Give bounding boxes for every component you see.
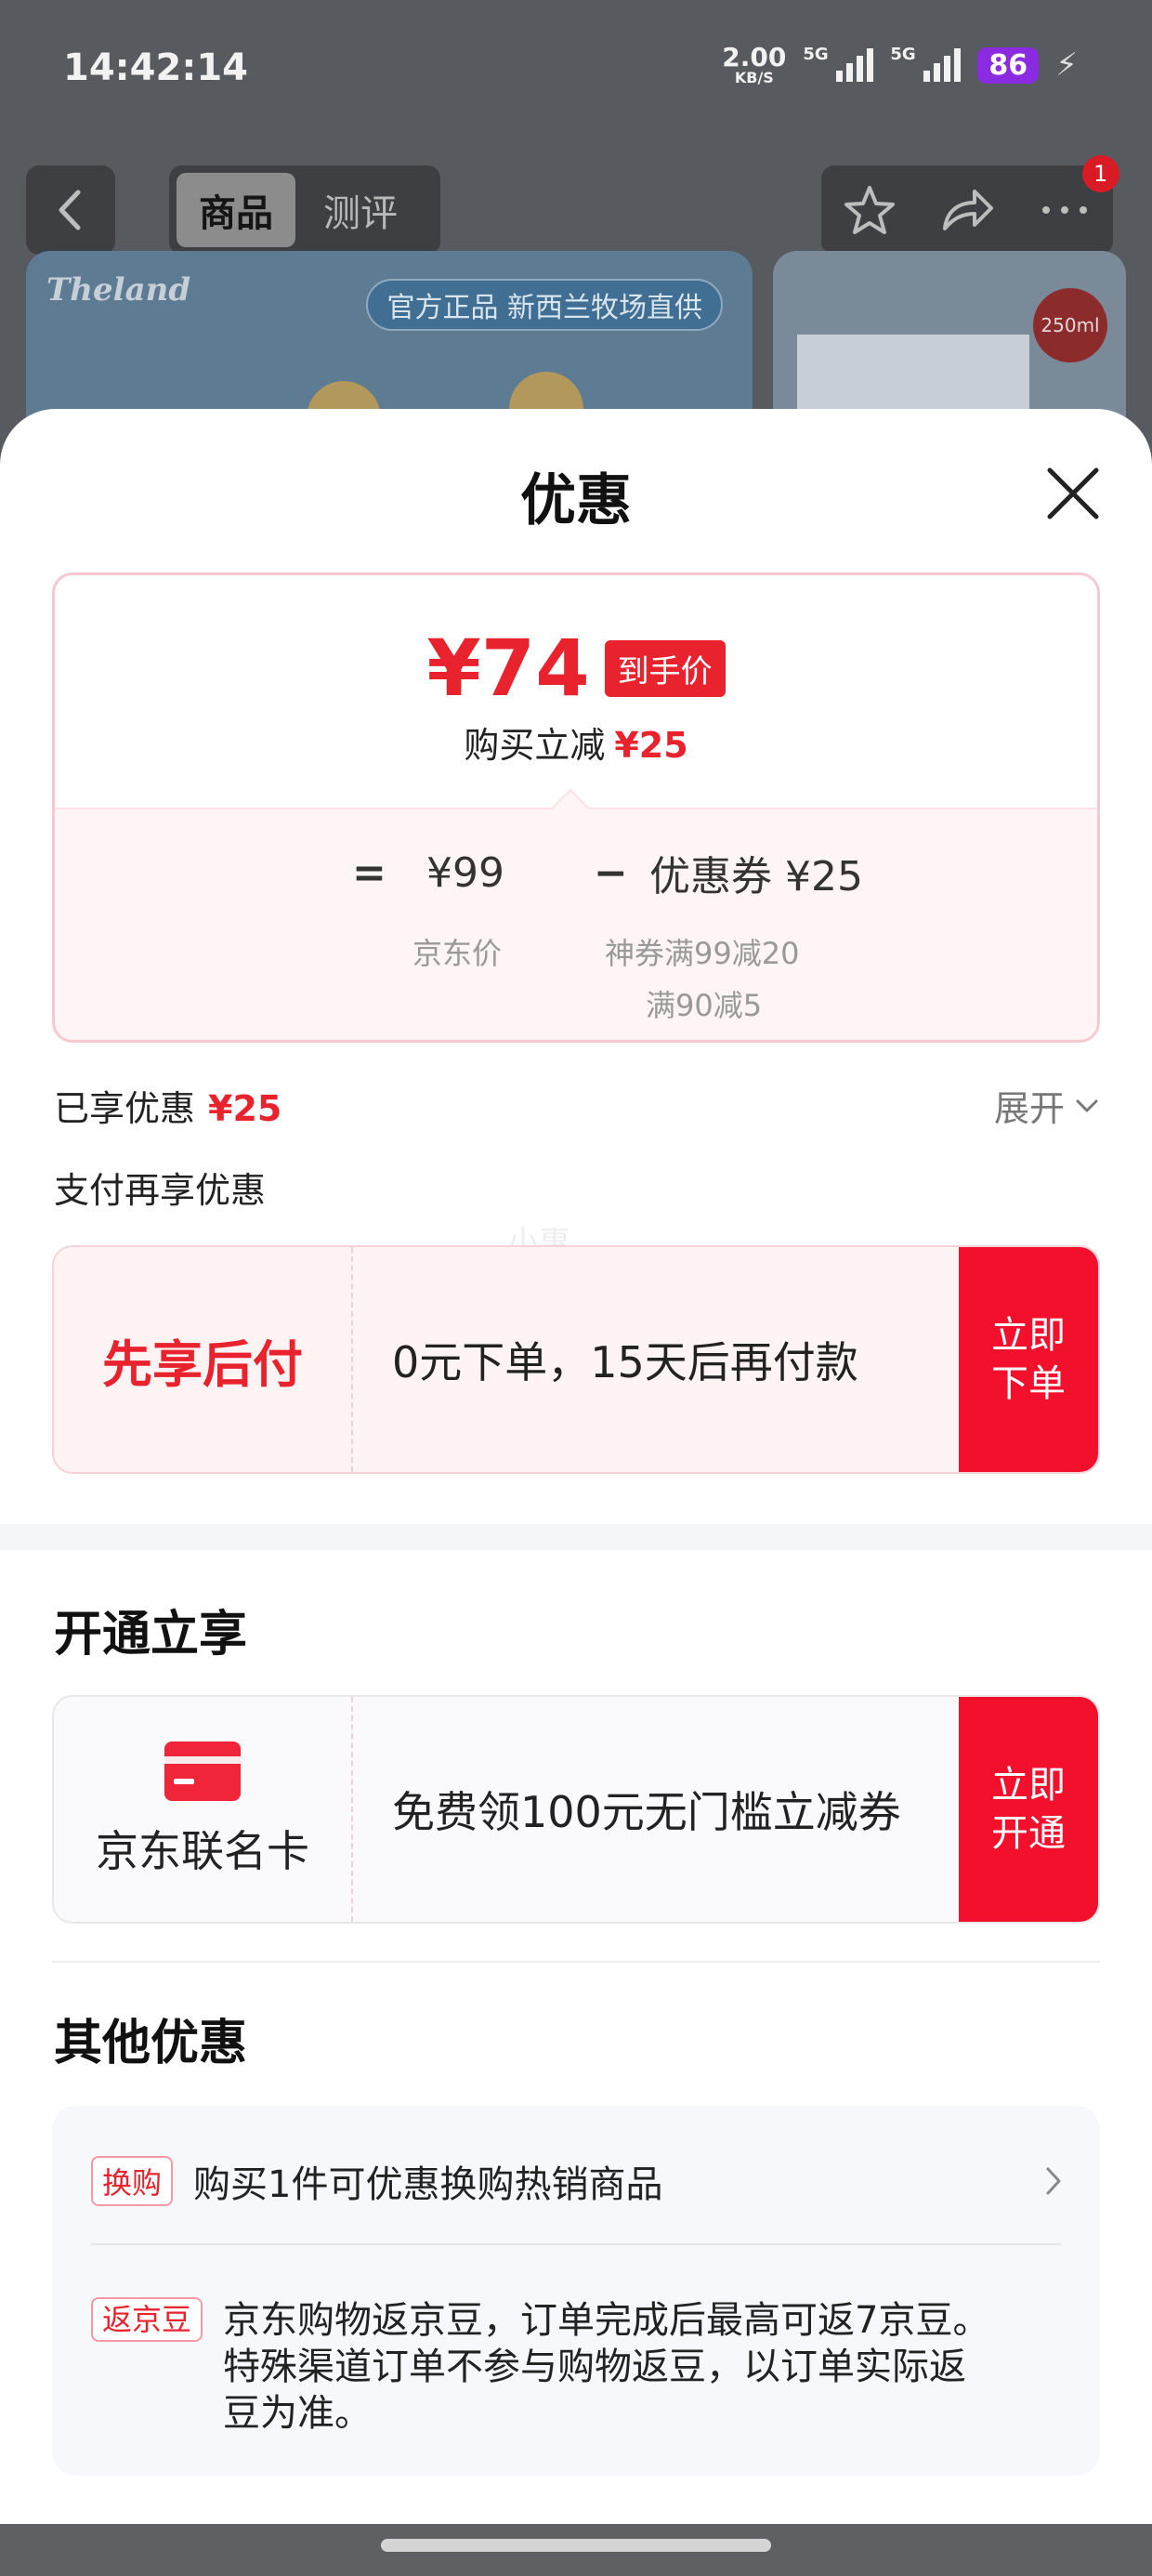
net-speed: 2.00 KB/S [722,45,786,85]
favorite-button[interactable] [837,177,902,243]
bnpl-offer-card: 先享后付 0元下单，15天后再付款 立即 下单 [52,1245,1100,1474]
expand-label: 展开 [993,1088,1065,1129]
chevron-right-icon [1046,2167,1061,2195]
close-button[interactable] [1044,465,1102,522]
enjoyed-discount: 已享优惠 ¥25 [54,1080,281,1131]
jd-price-label: 京东价 [412,936,503,971]
final-price-tag: 到手价 [604,639,726,697]
charging-icon: ⚡ [1055,46,1078,84]
share-icon [942,190,993,230]
enjoyed-label: 已享优惠 [54,1088,196,1129]
section-divider [0,1524,1152,1550]
more-dots-icon [1041,206,1087,214]
net-speed-unit: KB/S [734,69,774,86]
reduce-label: 购买立减 [464,725,606,766]
jd-beans-tag: 返京豆 [91,2297,203,2342]
final-price: ¥74 [426,623,590,714]
reduce-row: 购买立减 ¥25 [55,716,1097,768]
open-section-title: 开通立享 [54,1607,248,1663]
notification-badge: 1 [1081,155,1119,192]
volume-sticker: 250ml [1033,288,1107,362]
coupon-detail-1: 神券满99减20 [605,936,800,971]
status-time: 14:42:14 [63,46,248,89]
sheet-title: 优惠 [520,468,632,533]
exchange-offer-row[interactable]: 换购 购买1件可优惠换购热销商品 [91,2154,1063,2208]
jd-card-title: 京东联名卡 [96,1826,309,1876]
tab-review[interactable]: 测评 [301,173,420,247]
signal-icon-2: 5G [890,45,962,82]
official-chip: 官方正品 新西兰牧场直供 [366,279,723,331]
close-icon [1047,467,1099,519]
bnpl-desc: 0元下单，15天后再付款 [392,1337,858,1387]
jd-beans-row: 返京豆 京东购物返京豆，订单完成后最高可返7京豆。特殊渠道订单不参与购物返豆，以… [91,2297,998,2437]
divider-line [52,1961,1100,1963]
offer-separator [91,2243,1061,2245]
signal-label-2: 5G [890,45,916,64]
tab-product[interactable]: 商品 [177,173,295,247]
enjoyed-amount: ¥25 [208,1088,282,1129]
reduce-amount: ¥25 [614,725,688,766]
discount-sheet: 优惠 ¥74 到手价 购买立减 ¥25 = ¥99 − 优惠券 ¥25 京东价 神… [0,409,1152,2528]
coupon-amount: 优惠券 ¥25 [649,853,863,900]
bnpl-title: 先享后付 [102,1334,303,1394]
other-offers: 换购 购买1件可优惠换购热销商品 返京豆 京东购物返京豆，订单完成后最高可返7京… [52,2106,1100,2476]
price-calculation: = ¥99 − 优惠券 ¥25 京东价 神券满99减20 满90减5 [55,788,1097,1040]
jd-card-desc: 免费领100元无门槛立减券 [392,1787,901,1837]
final-price-row: ¥74 到手价 [55,629,1097,707]
exchange-text: 购买1件可优惠换购热销商品 [193,2163,663,2206]
status-bar: 14:42:14 2.00 KB/S 5G 5G 86 ⚡ [0,0,1152,139]
product-tabs: 商品 测评 [169,165,440,255]
equals-sign: = [352,848,386,897]
calc-row: = ¥99 − 优惠券 ¥25 [352,843,863,902]
jd-price: ¥99 [426,848,504,897]
top-actions: 1 [821,155,1119,255]
coupon-detail-2: 满90减5 [646,988,763,1023]
signal-icon: 5G [803,45,874,82]
order-now-button[interactable]: 立即 下单 [959,1247,1098,1472]
jd-card-left: 京东联名卡 [54,1697,353,1922]
brand-logo: Theland [46,271,191,309]
share-button[interactable] [935,177,1000,243]
jd-beans-text: 京东购物返京豆，订单完成后最高可返7京豆。特殊渠道订单不参与购物返豆，以订单实际… [223,2299,990,2435]
back-button[interactable] [26,165,115,255]
signal-label: 5G [803,45,829,64]
open-now-button[interactable]: 立即 开通 [959,1697,1098,1922]
price-breakdown-card: ¥74 到手价 购买立减 ¥25 = ¥99 − 优惠券 ¥25 京东价 神券满9… [52,572,1100,1043]
more-button[interactable]: 1 [1032,155,1119,243]
chevron-down-icon [1076,1099,1098,1111]
credit-card-icon [164,1741,241,1801]
home-indicator[interactable] [381,2539,771,2552]
other-section-title: 其他优惠 [54,2016,248,2071]
net-speed-value: 2.00 [722,42,787,72]
minus-sign: − [594,848,628,897]
expand-button[interactable]: 展开 [994,1080,1100,1131]
top-nav: 商品 测评 1 [0,155,1152,255]
pay-more-label: 支付再享优惠 [54,1170,267,1211]
battery-level: 86 [977,46,1040,84]
star-icon [844,186,896,234]
back-arrow-icon [59,190,81,230]
exchange-tag: 换购 [91,2156,174,2206]
status-icons: 2.00 KB/S 5G 5G 86 ⚡ [722,45,1078,85]
jd-card-offer: 京东联名卡 免费领100元无门槛立减券 立即 开通 [52,1695,1100,1924]
bnpl-left: 先享后付 [54,1247,353,1472]
pointer-notch [550,788,591,829]
